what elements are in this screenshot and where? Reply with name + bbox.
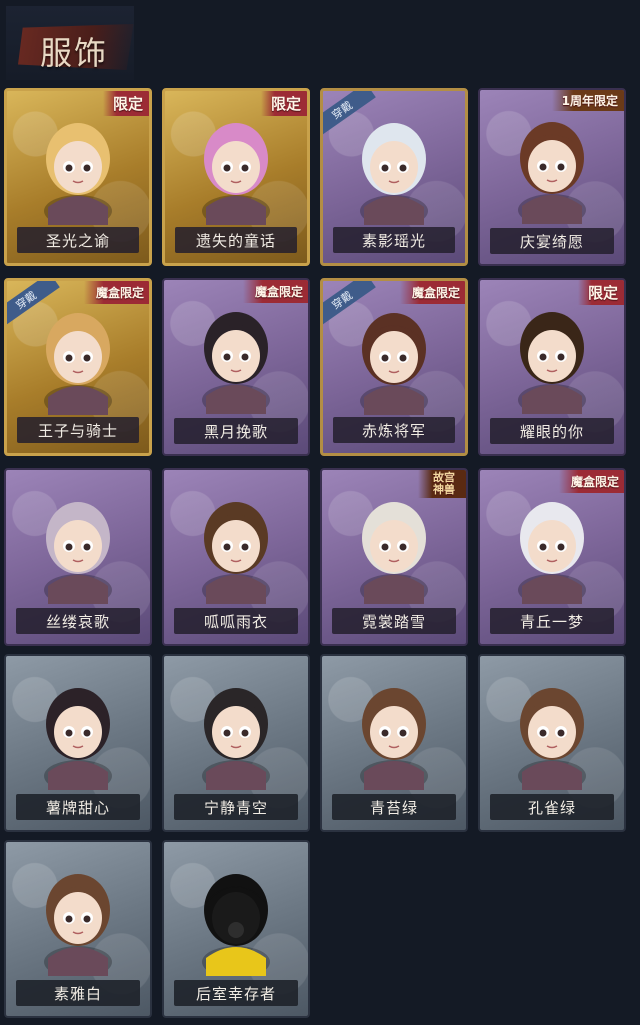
character-portrait bbox=[518, 122, 586, 224]
costume-name: 青丘一梦 bbox=[490, 608, 614, 634]
costume-card[interactable]: 丝缕哀歌 bbox=[4, 468, 152, 646]
costume-card[interactable]: 1周年限定庆宴绮愿 bbox=[478, 88, 626, 266]
costume-name: 霓裳踏雪 bbox=[332, 608, 456, 634]
character-portrait bbox=[202, 123, 270, 225]
character-portrait bbox=[44, 874, 112, 976]
character-portrait bbox=[44, 502, 112, 604]
character-portrait bbox=[518, 312, 586, 414]
costume-card[interactable]: 青苔绿 bbox=[320, 654, 468, 832]
character-portrait bbox=[44, 688, 112, 790]
costume-name: 庆宴绮愿 bbox=[490, 228, 614, 254]
rarity-tag: 限定 bbox=[260, 91, 307, 116]
rarity-tag: 故宫神兽 bbox=[418, 470, 466, 498]
costume-name: 青苔绿 bbox=[332, 794, 456, 820]
rarity-tag: 1周年限定 bbox=[551, 90, 624, 111]
costume-name: 素影瑶光 bbox=[333, 227, 455, 253]
costume-card[interactable]: 穿戴 素影瑶光 bbox=[320, 88, 468, 266]
costume-card[interactable]: 孔雀绿 bbox=[478, 654, 626, 832]
costume-name: 耀眼的你 bbox=[490, 418, 614, 444]
character-portrait bbox=[202, 312, 270, 414]
character-portrait bbox=[518, 688, 586, 790]
character-portrait bbox=[360, 123, 428, 225]
rarity-tag: 魔盒限定 bbox=[83, 281, 149, 304]
costume-card[interactable]: 限定圣光之谕 bbox=[4, 88, 152, 266]
costume-card[interactable]: 魔盒限定 穿戴 赤炼将军 bbox=[320, 278, 468, 456]
costume-card[interactable]: 素雅白 bbox=[4, 840, 152, 1018]
costume-card[interactable]: 限定遗失的童话 bbox=[162, 88, 310, 266]
rarity-tag: 魔盒限定 bbox=[242, 280, 308, 303]
costume-name: 黑月挽歌 bbox=[174, 418, 298, 444]
character-portrait bbox=[360, 688, 428, 790]
character-portrait bbox=[44, 313, 112, 415]
costume-name: 呱呱雨衣 bbox=[174, 608, 298, 634]
costume-name: 圣光之谕 bbox=[17, 227, 139, 253]
costume-card[interactable]: 薯牌甜心 bbox=[4, 654, 152, 832]
rarity-tag: 限定 bbox=[577, 280, 624, 305]
character-portrait bbox=[360, 313, 428, 415]
character-portrait bbox=[202, 502, 270, 604]
costume-card[interactable]: 后室幸存者 bbox=[162, 840, 310, 1018]
rarity-tag: 限定 bbox=[102, 91, 149, 116]
costume-name: 素雅白 bbox=[16, 980, 140, 1006]
costume-card[interactable]: 故宫神兽霓裳踏雪 bbox=[320, 468, 468, 646]
rarity-tag: 魔盒限定 bbox=[399, 281, 465, 304]
costume-name: 赤炼将军 bbox=[333, 417, 455, 443]
header-panel: 服饰 bbox=[6, 6, 134, 80]
costume-name: 宁静青空 bbox=[174, 794, 298, 820]
costume-card[interactable]: 魔盒限定 穿戴 王子与骑士 bbox=[4, 278, 152, 456]
costume-name: 王子与骑士 bbox=[17, 417, 139, 443]
costume-card[interactable]: 呱呱雨衣 bbox=[162, 468, 310, 646]
costume-name: 遗失的童话 bbox=[175, 227, 297, 253]
character-portrait bbox=[202, 688, 270, 790]
character-portrait bbox=[360, 502, 428, 604]
character-portrait bbox=[202, 874, 270, 976]
character-portrait bbox=[44, 123, 112, 225]
costume-name: 后室幸存者 bbox=[174, 980, 298, 1006]
costume-name: 孔雀绿 bbox=[490, 794, 614, 820]
costume-name: 丝缕哀歌 bbox=[16, 608, 140, 634]
costume-card[interactable]: 魔盒限定黑月挽歌 bbox=[162, 278, 310, 456]
costume-card[interactable]: 魔盒限定青丘一梦 bbox=[478, 468, 626, 646]
costume-name: 薯牌甜心 bbox=[16, 794, 140, 820]
costume-card[interactable]: 限定耀眼的你 bbox=[478, 278, 626, 456]
character-portrait bbox=[518, 502, 586, 604]
costume-card[interactable]: 宁静青空 bbox=[162, 654, 310, 832]
rarity-tag: 魔盒限定 bbox=[558, 470, 624, 493]
page-title: 服饰 bbox=[40, 34, 109, 72]
